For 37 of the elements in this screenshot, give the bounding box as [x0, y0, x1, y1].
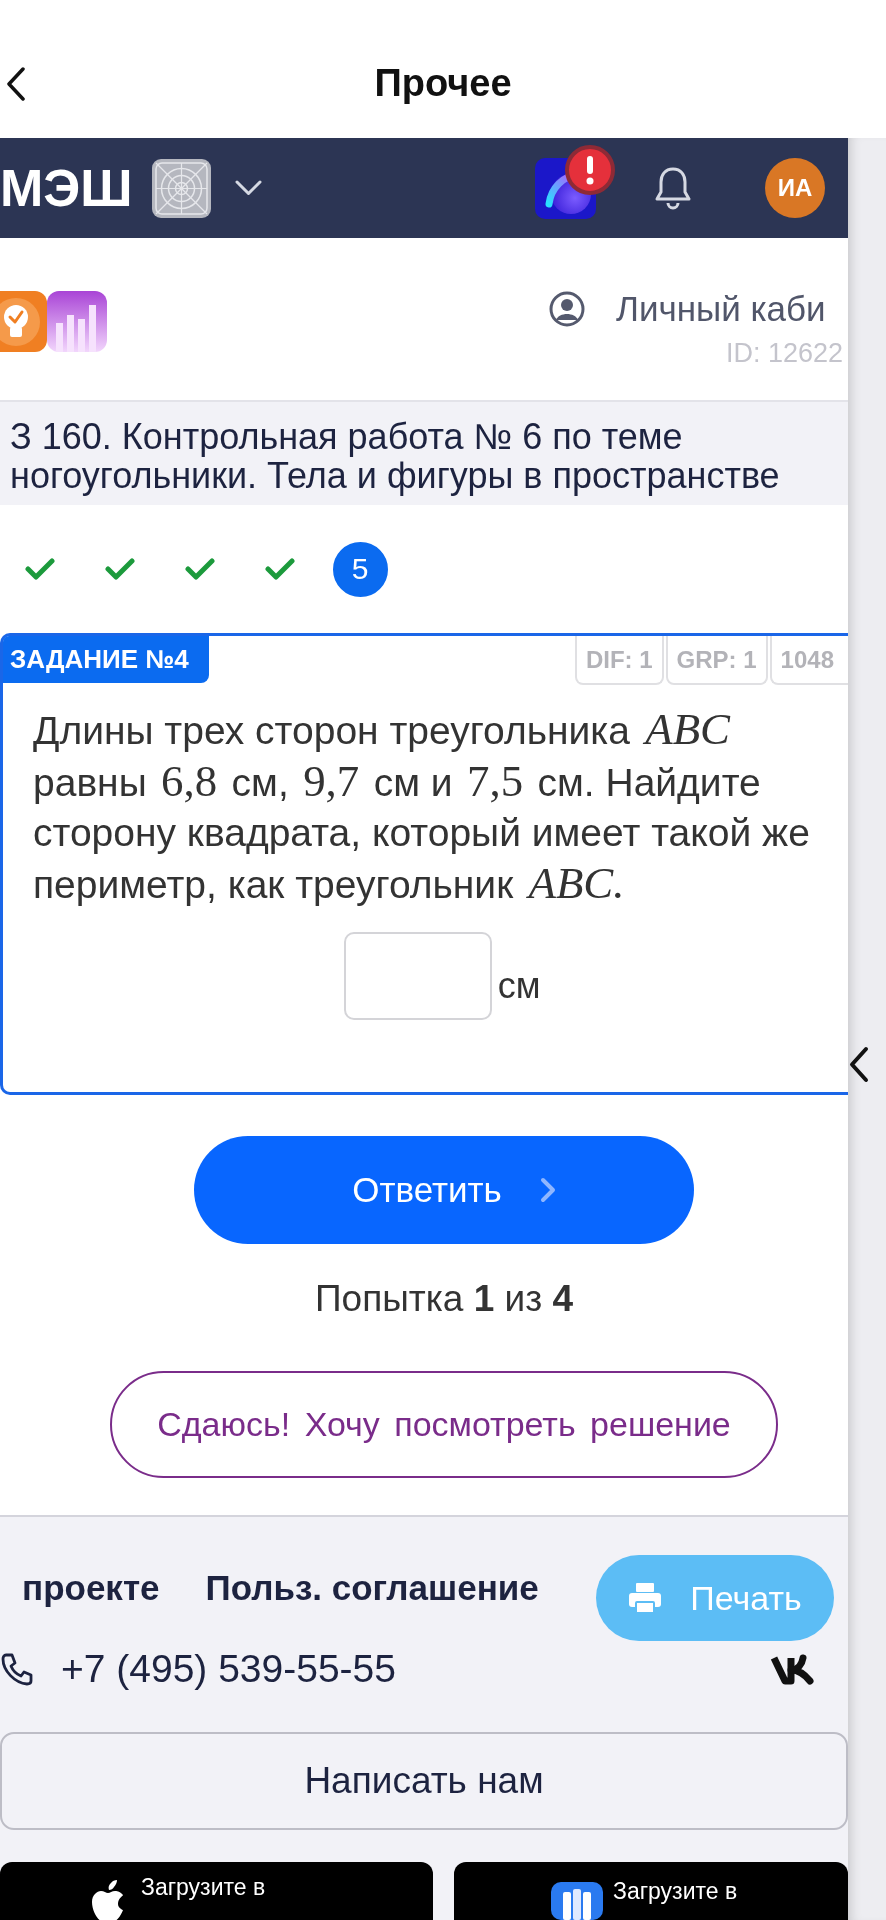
printer-icon [628, 1582, 663, 1614]
task-title: З 160. Контрольная работа № 6 по теме ногоугольники. Тела и фигуры в пространстве [10, 417, 781, 495]
step-button[interactable]: 5 [332, 541, 388, 597]
check-icon[interactable] [105, 558, 135, 580]
task-tag: DIF: 1 [574, 636, 664, 685]
phone-link[interactable]: +7 (495) 539-55-55 [61, 1639, 396, 1699]
write-to-us-button[interactable]: Написать нам [0, 1732, 848, 1830]
lightbulb-icon[interactable] [0, 291, 47, 352]
footer-link[interactable]: Польз. соглашение [205, 1561, 539, 1615]
submit-button[interactable]: Ответить [194, 1136, 694, 1244]
user-circle-icon [549, 291, 585, 327]
show-solution-button[interactable]: Сдаюсь! Хочу посмотреть решение [110, 1371, 778, 1478]
chevron-right-icon [539, 1177, 556, 1203]
footer-link[interactable]: проекте [22, 1561, 160, 1615]
phone-icon [0, 1652, 34, 1686]
question-text: Длины трех сторон треугольника ABC равны 6,8 см, 9,7 см и 7,5 см. Найдите сторону квадрата, который имеет такой же периметр, как треугольник ABC. [33, 704, 811, 910]
bar-chart-icon[interactable] [47, 291, 107, 352]
store-download-button[interactable]: Загрузите в [454, 1862, 848, 1920]
chevron-left-icon[interactable] [848, 1046, 869, 1083]
back-icon[interactable] [6, 67, 26, 101]
check-icon[interactable] [25, 558, 55, 580]
task-tag: GRP: 1 [665, 636, 768, 685]
attempt-counter: Попытка 1 из 4 [315, 1279, 573, 1319]
account-link[interactable]: Личный каби [616, 291, 826, 327]
user-id: ID: 12622 [725, 339, 845, 367]
app-logo-icon[interactable] [151, 158, 211, 218]
page-title: Прочее [374, 61, 512, 107]
social-network-icon[interactable] [770, 1652, 814, 1686]
logo-text[interactable]: МЭШ [0, 162, 133, 214]
check-icon[interactable] [265, 558, 295, 580]
unit-label: см [497, 968, 541, 1004]
chevron-down-icon[interactable] [234, 180, 262, 196]
store-download-button[interactable]: Загрузите в [0, 1862, 433, 1920]
store-app-icon [551, 1882, 603, 1920]
check-icon[interactable] [185, 558, 215, 580]
task-number-label: ЗАДАНИЕ №4 [3, 636, 209, 683]
notification-bell-icon[interactable] [653, 165, 693, 211]
